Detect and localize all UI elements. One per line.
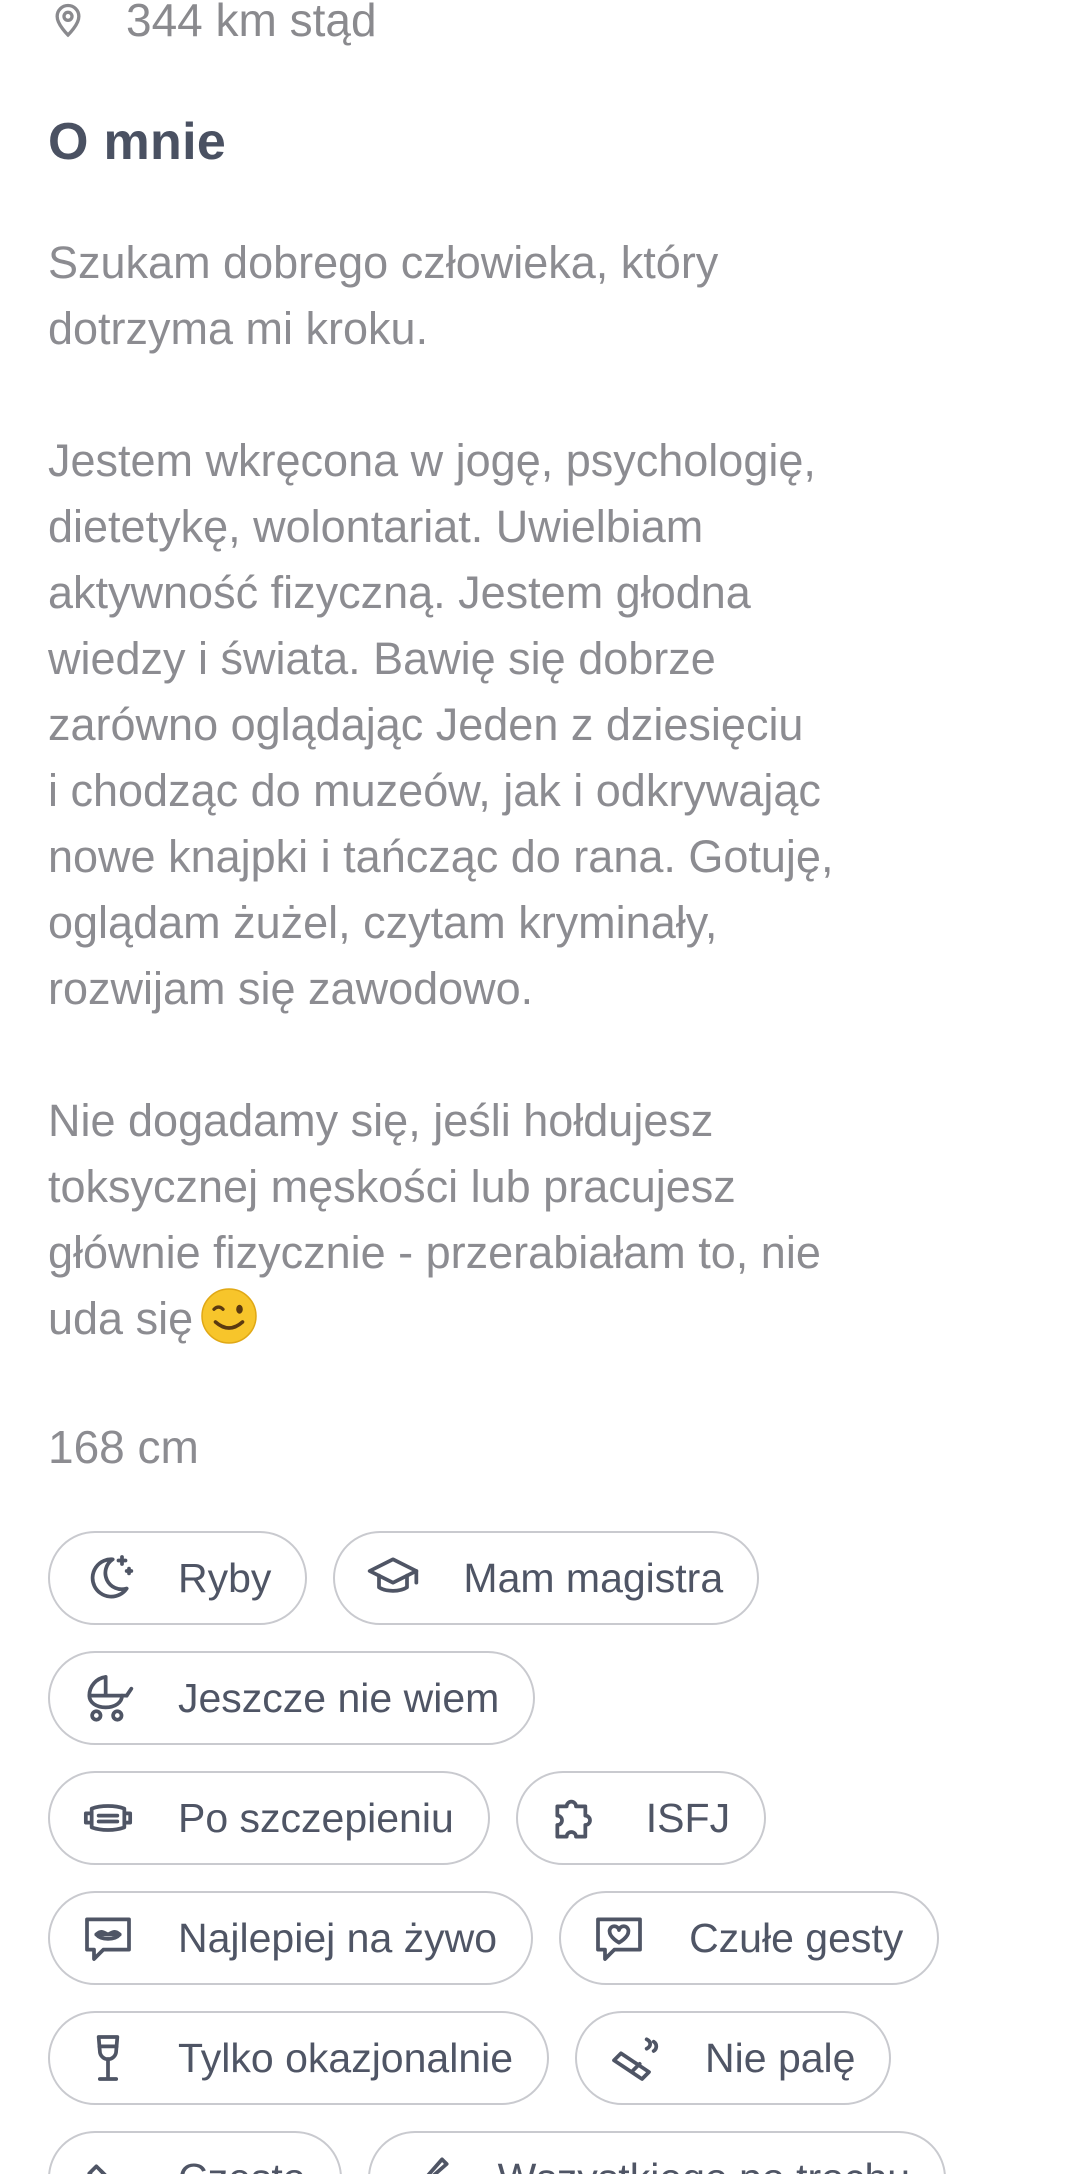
about-paragraph-3-text: Nie dogadamy się, jeśli hołdujesz toksyc… bbox=[48, 1095, 821, 1344]
chip-row: Często Wszystkiego po trochu bbox=[48, 2131, 1058, 2174]
about-paragraph-3: Nie dogadamy się, jeśli hołdujesz toksyc… bbox=[48, 1088, 1028, 1352]
chip-label: Jeszcze nie wiem bbox=[178, 1674, 500, 1721]
chip-label: Czułe gesty bbox=[689, 1914, 904, 1961]
about-text: Szukam dobrego człowieka, który dotrzyma… bbox=[48, 230, 1028, 1352]
chip-row: Tylko okazjonalnie Nie palę bbox=[48, 2011, 1058, 2105]
winking-face-emoji bbox=[199, 1286, 259, 1346]
chip-label: Ryby bbox=[178, 1554, 272, 1601]
height-value: 168 cm bbox=[48, 1421, 199, 1473]
about-paragraph-2: Jestem wkręcona w jogę, psychologię, die… bbox=[48, 435, 834, 1014]
chip-row: Po szczepieniu ISFJ bbox=[48, 1771, 1058, 1865]
chip-drinking[interactable]: Tylko okazjonalnie bbox=[48, 2011, 550, 2105]
profile-chips: Ryby Mam magistra Jeszcze nie wiem Po sz… bbox=[48, 1531, 1058, 2174]
chip-row: Jeszcze nie wiem bbox=[48, 1651, 1058, 1745]
chip-diet[interactable]: Wszystkiego po trochu bbox=[367, 2131, 947, 2174]
chip-label: Tylko okazjonalnie bbox=[178, 2034, 514, 2081]
chip-label: Często bbox=[178, 2155, 306, 2174]
chip-smoking[interactable]: Nie palę bbox=[575, 2011, 892, 2105]
puzzle-icon bbox=[548, 1790, 604, 1846]
profile-details-page: 344 km stąd O mnie Szukam dobrego człowi… bbox=[0, 0, 1080, 2174]
about-title: O mnie bbox=[48, 113, 227, 171]
chip-zodiac[interactable]: Ryby bbox=[48, 1531, 308, 1625]
chip-label: Wszystkiego po trochu bbox=[498, 2155, 910, 2174]
chip-communication[interactable]: Najlepiej na żywo bbox=[48, 1891, 534, 1985]
chip-row: Najlepiej na żywo Czułe gesty bbox=[48, 1891, 1058, 1985]
cigarette-icon bbox=[607, 2030, 663, 2086]
location-pin-icon bbox=[48, 0, 88, 40]
food-slice-icon bbox=[400, 2150, 456, 2174]
chip-row: Ryby Mam magistra bbox=[48, 1531, 1058, 1625]
chip-family-plans[interactable]: Jeszcze nie wiem bbox=[48, 1651, 536, 1745]
chip-label: Po szczepieniu bbox=[178, 1794, 454, 1841]
chip-label: Najlepiej na żywo bbox=[178, 1914, 498, 1961]
chip-workout[interactable]: Często bbox=[48, 2131, 342, 2174]
distance-text: 344 km stąd bbox=[126, 0, 377, 46]
distance-row: 344 km stąd bbox=[48, 0, 377, 50]
chip-education[interactable]: Mam magistra bbox=[333, 1531, 760, 1625]
chip-label: Mam magistra bbox=[463, 1554, 724, 1601]
chip-vaccination[interactable]: Po szczepieniu bbox=[48, 1771, 490, 1865]
chip-love-language[interactable]: Czułe gesty bbox=[559, 1891, 940, 1985]
chip-label: Nie palę bbox=[705, 2034, 856, 2081]
about-paragraph-1: Szukam dobrego człowieka, który dotrzyma… bbox=[48, 237, 719, 354]
dumbbell-icon bbox=[80, 2150, 136, 2174]
graduation-cap-icon bbox=[365, 1550, 421, 1606]
wine-glass-icon bbox=[80, 2030, 136, 2086]
chat-bubble-lips-icon bbox=[80, 1910, 136, 1966]
chip-label: ISFJ bbox=[645, 1794, 731, 1841]
baby-stroller-icon bbox=[80, 1670, 136, 1726]
face-mask-icon bbox=[80, 1790, 136, 1846]
moon-stars-icon bbox=[80, 1550, 136, 1606]
chat-bubble-heart-icon bbox=[591, 1910, 647, 1966]
chip-personality[interactable]: ISFJ bbox=[515, 1771, 767, 1865]
